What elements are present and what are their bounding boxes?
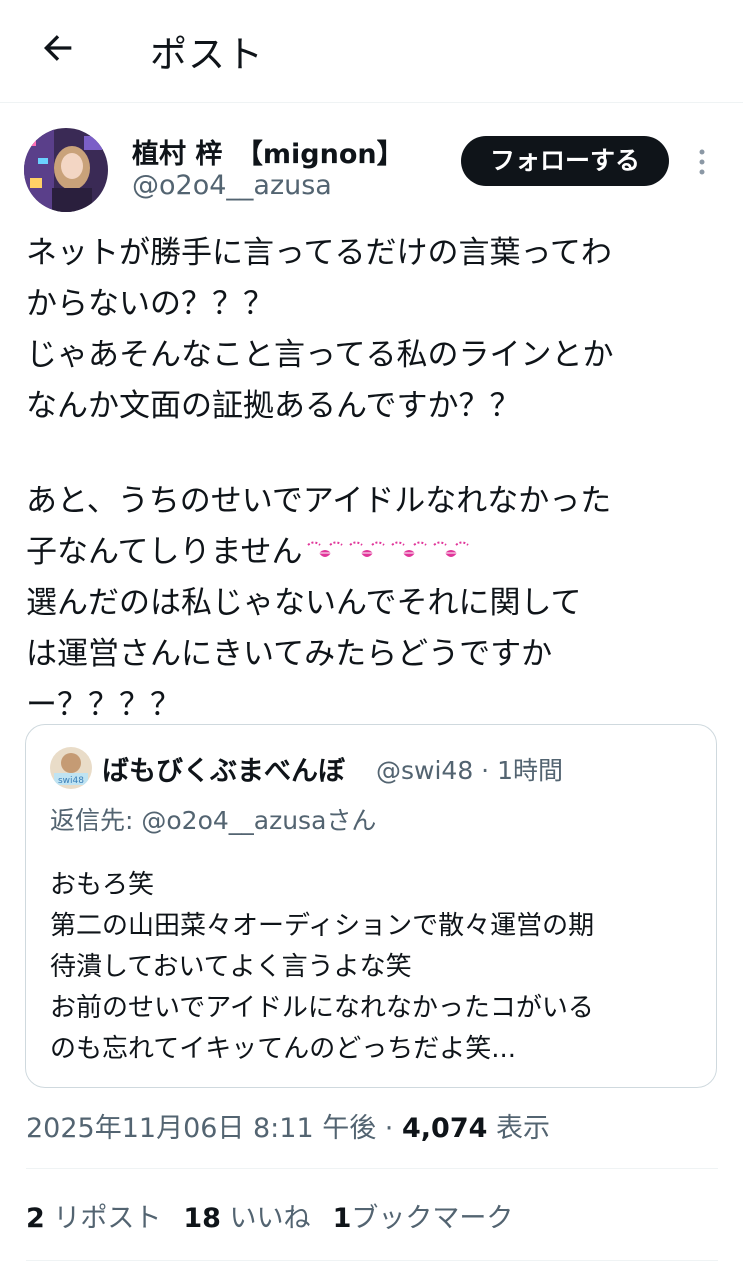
quote-avatar-label: swi48 — [58, 776, 84, 786]
tweet-line-text: 子なんてしりません — [26, 534, 303, 570]
quote-line: 第二の山田菜々オーディションで散々運営の期 — [50, 911, 595, 941]
quote-author-avatar[interactable]: swi48 — [50, 747, 92, 789]
kissing-face-icon — [306, 541, 343, 557]
tweet-line: あと、うちのせいでアイドルなれなかった — [26, 483, 612, 519]
tweet-line: は運営さんにきいてみたらどうですか — [26, 636, 553, 672]
divider — [26, 1260, 718, 1261]
reposts-count: 2 — [26, 1203, 45, 1234]
tweet-line: 選んだのは私じゃないんでそれに関して — [26, 585, 582, 621]
more-options-icon[interactable] — [694, 146, 710, 178]
tweet-line: じゃあそんなこと言ってる私のラインとか — [26, 337, 614, 373]
follow-button[interactable]: フォローする — [461, 136, 669, 186]
likes-stat[interactable]: 18 いいね — [183, 1203, 310, 1234]
quote-line: おもろ笑 — [50, 870, 155, 900]
quote-reply-to: 返信先: @o2o4__azusaさん — [50, 806, 377, 835]
engagement-stats: 2 リポスト 18 いいね 1ブックマーク — [26, 1196, 535, 1235]
quote-line: 待潰しておいてよく言うよな笑 — [50, 952, 412, 982]
likes-label: いいね — [220, 1203, 311, 1234]
post-timestamp[interactable]: 2025年11月06日 8:11 午後 · — [26, 1113, 402, 1144]
quote-author-name: ばもびくぶまべんぼ — [102, 756, 345, 787]
author-display-name[interactable]: 植村 梓 【mignon】 — [132, 132, 404, 171]
likes-count: 18 — [183, 1203, 221, 1234]
avatar-image — [24, 128, 108, 212]
divider — [26, 1168, 718, 1169]
bookmarks-label: ブックマーク — [351, 1203, 514, 1234]
tweet-line-with-emoji: 子なんてしりません — [26, 527, 726, 578]
bookmarks-count: 1 — [332, 1203, 352, 1234]
kissing-face-icon — [348, 541, 385, 557]
author-avatar[interactable] — [24, 128, 108, 212]
bookmarks-stat[interactable]: 1ブックマーク — [333, 1203, 514, 1234]
views-count: 4,074 — [401, 1113, 488, 1144]
author-handle[interactable]: @o2o4__azusa — [132, 170, 332, 201]
views-label: 表示 — [487, 1113, 550, 1144]
kissing-face-icon — [390, 541, 427, 557]
quoted-tweet-card[interactable]: swi48 ばもびくぶまべんぼ @swi48 · 1時間 返信先: @o2o4_… — [25, 724, 717, 1088]
tweet-line: ネットが勝手に言ってるだけの言葉ってわ — [26, 235, 612, 271]
page-title: ポスト — [150, 33, 264, 76]
quote-line: のも忘れてイキッてんのどっちだよ笑... — [50, 1034, 517, 1064]
tweet-line: からないの？？？ — [26, 286, 274, 322]
back-arrow-icon[interactable] — [38, 28, 78, 68]
tweet-text: ネットが勝手に言ってるだけの言葉ってわ からないの？？？ じゃあそんなこと言って… — [26, 228, 726, 731]
quote-line: お前のせいでアイドルになれなかったコがいる — [50, 993, 594, 1023]
post-meta: 2025年11月06日 8:11 午後 · 4,074 表示 — [26, 1106, 550, 1145]
kissing-face-icon — [432, 541, 469, 557]
top-bar: ポスト — [0, 0, 743, 103]
quote-author-meta: @swi48 · 1時間 — [376, 756, 563, 785]
kissing-emoji-group — [305, 528, 473, 579]
quote-text: おもろ笑 第二の山田菜々オーディションで散々運営の期 待潰しておいてよく言うよな… — [50, 865, 710, 1070]
reposts-label: リポスト — [44, 1203, 162, 1234]
reposts-stat[interactable]: 2 リポスト — [26, 1203, 161, 1234]
tweet-line: なんか文面の証拠あるんですか？？ — [26, 388, 521, 424]
quote-avatar-image: swi48 — [50, 747, 92, 789]
